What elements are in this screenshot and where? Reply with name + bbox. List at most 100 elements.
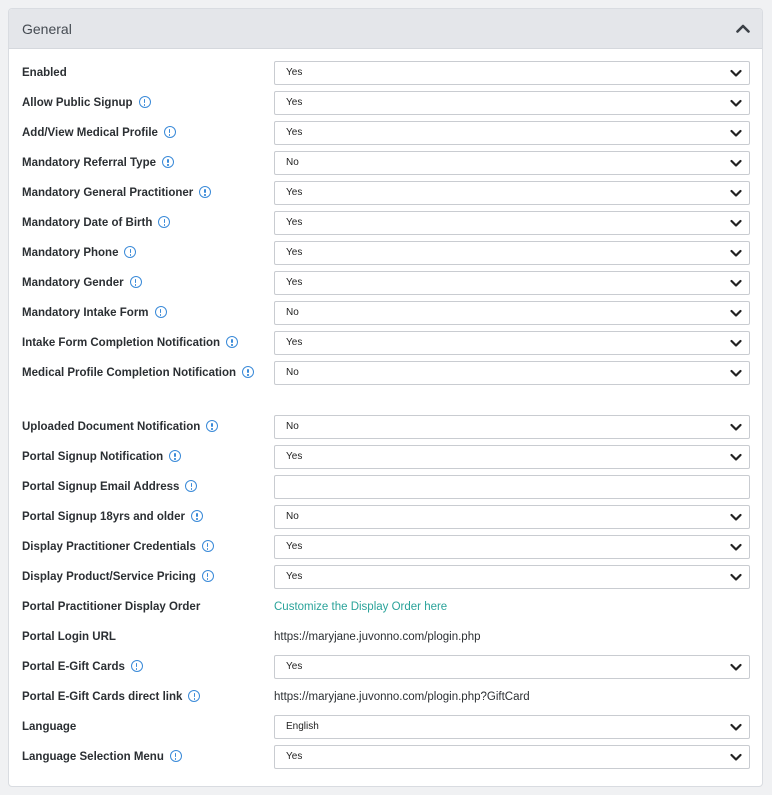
chevron-down-icon [730,189,742,197]
info-icon[interactable] [188,690,201,702]
info-icon[interactable] [138,96,151,108]
select-value: No [286,421,299,432]
info-icon[interactable] [185,480,198,492]
info-icon[interactable] [124,246,137,258]
chevron-down-icon [730,159,742,167]
select-value: Yes [286,751,303,762]
info-icon[interactable] [154,306,167,318]
display-practitioner-credentials-select[interactable]: Yes [274,535,750,559]
mandatory-gender-select[interactable]: Yes [274,271,750,295]
info-icon[interactable] [226,336,239,348]
setting-label: Mandatory General Practitioner [22,183,257,203]
info-icon[interactable] [129,276,142,288]
setting-label-text: Mandatory Phone [22,247,119,259]
portal-signup-email-input[interactable] [274,475,750,499]
mandatory-date-of-birth-select[interactable]: Yes [274,211,750,235]
chevron-down-icon [730,309,742,317]
chevron-down-icon [730,129,742,137]
setting-label: Display Product/Service Pricing [22,567,257,587]
chevron-down-icon [730,573,742,581]
setting-label: Portal Practitioner Display Order [22,597,257,617]
customize-display-order-link[interactable]: Customize the Display Order here [274,597,447,617]
setting-label: Allow Public Signup [22,93,257,113]
setting-label-text: Uploaded Document Notification [22,421,201,433]
setting-label: Medical Profile Completion Notification [22,363,257,383]
setting-label-text: Portal Signup 18yrs and older [22,511,185,523]
select-value: No [286,367,299,378]
setting-label-text: Portal Login URL [22,631,116,643]
setting-label-text: Language [22,721,77,733]
setting-label: Intake Form Completion Notification [22,333,257,353]
info-icon[interactable] [163,126,176,138]
general-settings-panel: General Enabled Yes Allow Public Signup Yes… [8,8,763,787]
setting-label: Portal E-Gift Cards direct link [22,687,257,707]
info-icon[interactable] [201,540,214,552]
select-value: No [286,511,299,522]
medical-profile-completion-notification-select[interactable]: No [274,361,750,385]
info-icon[interactable] [130,660,143,672]
info-icon[interactable] [206,420,219,432]
mandatory-intake-form-select[interactable]: No [274,301,750,325]
setting-label-text: Portal Signup Email Address [22,481,180,493]
setting-label: Enabled [22,63,257,83]
display-product-service-pricing-select[interactable]: Yes [274,565,750,589]
enabled-select[interactable]: Yes [274,61,750,85]
setting-label: Language [22,717,257,737]
setting-label-text: Mandatory Date of Birth [22,217,153,229]
chevron-down-icon [730,249,742,257]
select-value: Yes [286,187,303,198]
info-icon[interactable] [201,570,214,582]
uploaded-document-notification-select[interactable]: No [274,415,750,439]
chevron-down-icon [730,513,742,521]
chevron-down-icon [730,99,742,107]
setting-label-text: Display Practitioner Credentials [22,541,196,553]
add-view-medical-profile-select[interactable]: Yes [274,121,750,145]
chevron-down-icon [730,753,742,761]
intake-form-completion-notification-select[interactable]: Yes [274,331,750,355]
setting-label-text: Mandatory General Practitioner [22,187,194,199]
setting-label: Mandatory Phone [22,243,257,263]
setting-label-text: Enabled [22,67,67,79]
chevron-down-icon [730,339,742,347]
select-value: Yes [286,67,303,78]
mandatory-general-practitioner-select[interactable]: Yes [274,181,750,205]
select-value: Yes [286,541,303,552]
select-value: No [286,157,299,168]
setting-label-text: Portal E-Gift Cards direct link [22,691,183,703]
select-value: Yes [286,451,303,462]
language-select[interactable]: English [274,715,750,739]
info-icon[interactable] [162,156,174,168]
setting-label-text: Language Selection Menu [22,751,164,763]
chevron-down-icon [730,69,742,77]
setting-label: Portal Signup Email Address [22,477,257,497]
chevron-down-icon [730,723,742,731]
select-value: Yes [286,661,303,672]
info-icon[interactable] [158,216,171,228]
portal-e-gift-cards-select[interactable]: Yes [274,655,750,679]
portal-e-gift-cards-direct-link-value: https://maryjane.juvonno.com/plogin.php?… [274,691,530,703]
info-icon[interactable] [169,750,182,762]
panel-header[interactable]: General [9,9,762,49]
allow-public-signup-select[interactable]: Yes [274,91,750,115]
info-icon[interactable] [242,366,255,378]
info-icon[interactable] [199,186,212,198]
setting-label-text: Add/View Medical Profile [22,127,158,139]
setting-label: Language Selection Menu [22,747,257,767]
info-icon[interactable] [190,510,203,522]
setting-label-text: Medical Profile Completion Notification [22,367,237,379]
info-icon[interactable] [169,450,182,462]
chevron-down-icon [730,543,742,551]
chevron-down-icon [730,453,742,461]
mandatory-referral-type-select[interactable]: No [274,151,750,175]
setting-label: Add/View Medical Profile [22,123,257,143]
setting-label-text: Mandatory Gender [22,277,124,289]
chevron-down-icon [730,369,742,377]
chevron-up-icon[interactable] [736,23,750,33]
language-selection-menu-select[interactable]: Yes [274,745,750,769]
mandatory-phone-select[interactable]: Yes [274,241,750,265]
portal-signup-18yrs-and-older-select[interactable]: No [274,505,750,529]
select-value: No [286,307,299,318]
setting-label: Portal Signup Notification [22,447,257,467]
portal-signup-notification-select[interactable]: Yes [274,445,750,469]
setting-label: Mandatory Intake Form [22,303,257,323]
